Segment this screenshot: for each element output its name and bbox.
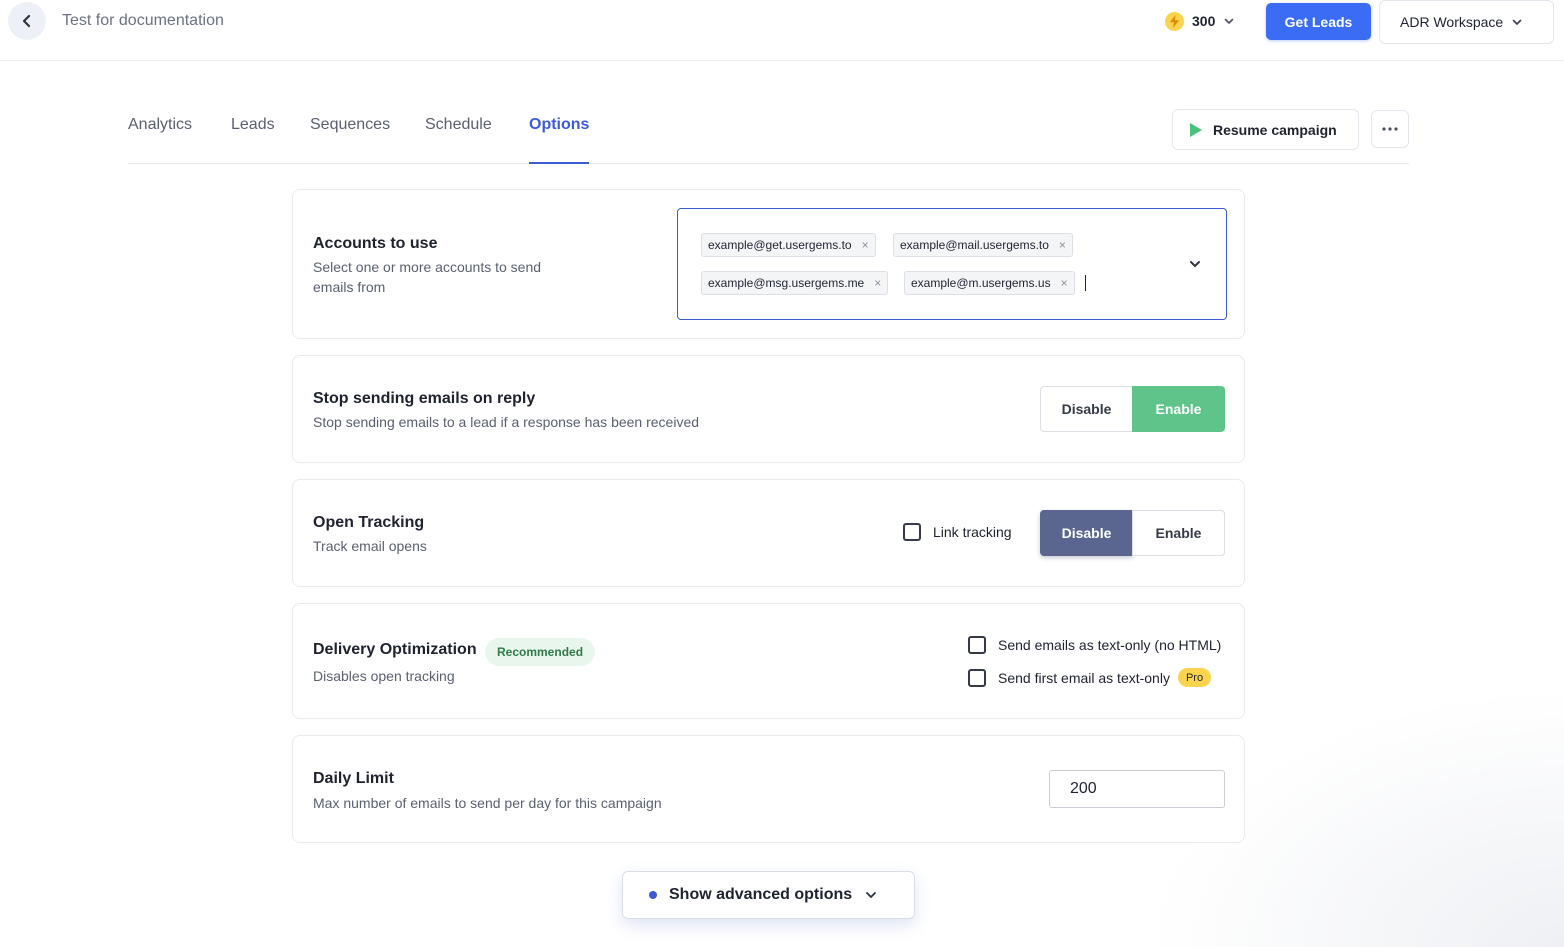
- stop-on-reply-card: Stop sending emails on reply Stop sendin…: [292, 355, 1245, 463]
- open-tracking-description: Track email opens: [313, 538, 427, 554]
- tab-options[interactable]: Options: [529, 108, 590, 164]
- account-chip: example@mail.usergems.to ×: [893, 233, 1073, 257]
- recommended-badge: Recommended: [485, 638, 596, 666]
- disable-button[interactable]: Disable: [1040, 386, 1133, 432]
- disable-button[interactable]: Disable: [1040, 510, 1133, 556]
- text-only-option: Send emails as text-only (no HTML): [968, 636, 1221, 654]
- account-chip: example@get.usergems.to ×: [701, 233, 876, 257]
- text-only-checkbox[interactable]: [968, 636, 986, 654]
- chevron-left-icon: [22, 14, 31, 28]
- tab-sequences[interactable]: Sequences: [310, 108, 390, 164]
- account-chip: example@msg.usergems.me ×: [701, 271, 889, 295]
- workspace-dropdown[interactable]: ADR Workspace: [1379, 0, 1554, 44]
- accounts-select[interactable]: example@get.usergems.to × example@mail.u…: [677, 208, 1227, 320]
- account-chip-label: example@m.usergems.us: [911, 276, 1051, 290]
- stop-on-reply-title: Stop sending emails on reply: [313, 390, 536, 407]
- remove-icon[interactable]: ×: [874, 276, 881, 290]
- enable-button[interactable]: Enable: [1132, 510, 1225, 556]
- open-tracking-title: Open Tracking: [313, 514, 425, 531]
- remove-icon[interactable]: ×: [862, 238, 869, 252]
- account-chip-label: example@mail.usergems.to: [900, 238, 1049, 252]
- delivery-description: Disables open tracking: [313, 668, 455, 684]
- delivery-optimization-card: Delivery Optimization Recommended Disabl…: [292, 603, 1245, 719]
- first-text-only-option: Send first email as text-only Pro: [968, 668, 1212, 687]
- text-only-label: Send emails as text-only (no HTML): [998, 637, 1222, 653]
- accounts-title: Accounts to use: [313, 235, 438, 252]
- top-bar: Test for documentation 300 Get Leads ADR…: [0, 0, 1564, 61]
- link-tracking-label: Link tracking: [933, 524, 1012, 540]
- account-chip: example@m.usergems.us ×: [904, 271, 1075, 295]
- tab-leads[interactable]: Leads: [231, 108, 275, 164]
- back-button[interactable]: [8, 2, 46, 40]
- play-icon: [1190, 122, 1202, 137]
- daily-limit-input[interactable]: [1049, 770, 1225, 808]
- page-title: Test for documentation: [62, 12, 224, 29]
- resume-campaign-label: Resume campaign: [1213, 121, 1337, 138]
- ellipsis-icon: [1382, 127, 1398, 131]
- remove-icon[interactable]: ×: [1059, 238, 1066, 252]
- accounts-description: Select one or more accounts to send emai…: [313, 259, 542, 295]
- remove-icon[interactable]: ×: [1061, 276, 1068, 290]
- first-text-only-label: Send first email as text-only: [998, 669, 1170, 686]
- show-advanced-options-label: Show advanced options: [669, 886, 853, 903]
- credits-dropdown[interactable]: 300: [1165, 10, 1235, 32]
- open-tracking-card: Open Tracking Track email opens Link tra…: [292, 479, 1245, 587]
- text-cursor: [1085, 275, 1086, 291]
- dot-icon: [649, 891, 657, 899]
- daily-limit-description: Max number of emails to send per day for…: [313, 795, 662, 811]
- daily-limit-title: Daily Limit: [313, 770, 394, 787]
- tab-analytics[interactable]: Analytics: [128, 108, 192, 164]
- stop-on-reply-toggle: Disable Enable: [1040, 386, 1225, 432]
- more-options-button[interactable]: [1371, 110, 1409, 148]
- resume-campaign-button[interactable]: Resume campaign: [1172, 109, 1359, 150]
- account-chip-label: example@get.usergems.to: [708, 238, 852, 252]
- chevron-down-icon: [866, 892, 877, 899]
- chevron-down-icon: [1512, 19, 1522, 26]
- link-tracking-checkbox[interactable]: [903, 523, 921, 541]
- open-tracking-toggle: Disable Enable: [1040, 510, 1225, 556]
- bolt-icon: [1165, 11, 1184, 31]
- get-leads-button[interactable]: Get Leads: [1266, 3, 1371, 40]
- accounts-card: Accounts to use Select one or more accou…: [292, 189, 1245, 339]
- delivery-title: Delivery Optimization: [313, 641, 477, 658]
- daily-limit-card: Daily Limit Max number of emails to send…: [292, 735, 1245, 843]
- pro-badge: Pro: [1177, 668, 1212, 687]
- enable-button[interactable]: Enable: [1132, 386, 1225, 432]
- workspace-label: ADR Workspace: [1400, 14, 1504, 30]
- show-advanced-options-button[interactable]: Show advanced options: [622, 871, 915, 919]
- link-tracking-option: Link tracking: [903, 523, 1012, 541]
- stop-on-reply-description: Stop sending emails to a lead if a respo…: [313, 414, 700, 430]
- account-chip-label: example@msg.usergems.me: [708, 276, 865, 290]
- chevron-down-icon: [1225, 18, 1234, 25]
- first-text-only-checkbox[interactable]: [968, 668, 986, 687]
- chevron-down-icon[interactable]: [1188, 257, 1202, 271]
- tab-schedule[interactable]: Schedule: [425, 108, 492, 164]
- credits-count: 300: [1192, 13, 1216, 29]
